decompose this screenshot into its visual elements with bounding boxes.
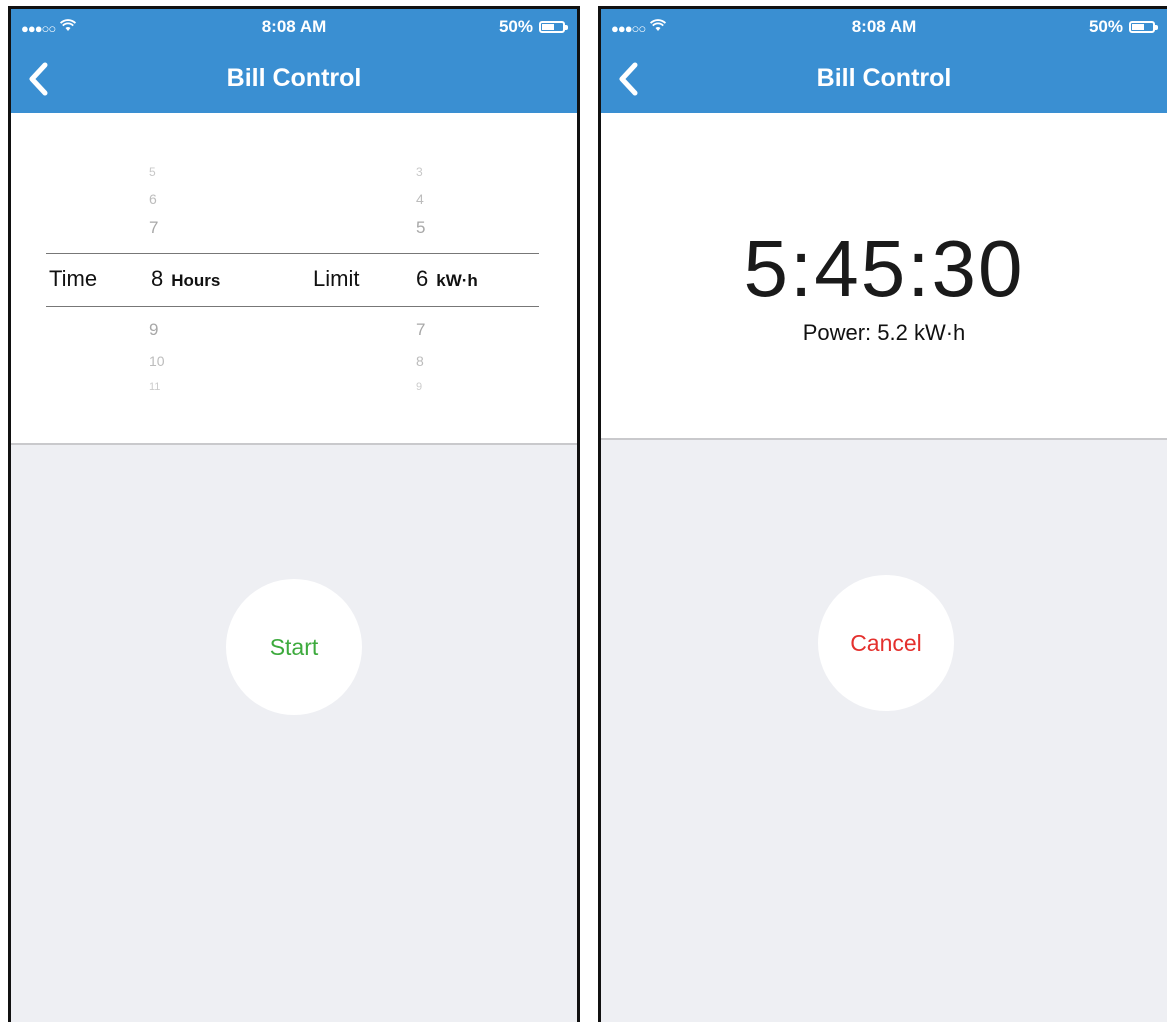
status-time: 8:08 AM	[851, 17, 917, 36]
limit-value: 6	[416, 266, 429, 291]
limit-option[interactable]: 3	[416, 165, 423, 179]
status-right: 50%	[1088, 17, 1158, 37]
picker-panel: 5 6 7 9 10 11 3 4 5 7 8 9 Time 8 Hours Li…	[11, 113, 577, 445]
battery-percent: 50%	[1088, 17, 1123, 36]
time-option[interactable]: 5	[149, 165, 156, 179]
time-value: 8	[151, 266, 164, 291]
limit-unit: kW·h	[436, 271, 478, 290]
time-option[interactable]: 10	[149, 353, 165, 369]
time-option[interactable]: 11	[149, 381, 160, 393]
power-reading: Power: 5.2 kW·h	[802, 320, 966, 345]
page-title: Bill Control	[226, 64, 362, 92]
limit-label: Limit	[313, 266, 360, 291]
picker-selection-row: Time 8 Hours Limit 6 kW·h	[46, 253, 539, 307]
phone-screen-running: ●●●○○ 8:08 AM 50% Bill Control 5:45:30 P…	[598, 6, 1167, 1022]
battery-icon	[539, 21, 568, 33]
countdown-panel: 5:45:30 Power: 5.2 kW·h	[601, 113, 1167, 440]
time-selected-value[interactable]: 8 Hours	[151, 266, 220, 292]
header-bar: ●●●○○ 8:08 AM 50% Bill Control	[601, 9, 1167, 113]
time-label: Time	[49, 266, 98, 291]
limit-option[interactable]: 9	[416, 381, 422, 393]
time-unit: Hours	[171, 271, 221, 290]
phone-screen-setup: ●●●○○ 8:08 AM 50% Bill Control 5 6 7 9 1…	[8, 6, 580, 1022]
time-option[interactable]: 7	[149, 218, 158, 238]
limit-option[interactable]: 7	[416, 320, 425, 340]
start-button[interactable]: Start	[226, 579, 362, 715]
time-option[interactable]: 6	[149, 191, 157, 207]
header-bar: ●●●○○ 8:08 AM 50% Bill Control	[11, 9, 577, 113]
countdown-timer: 5:45:30	[743, 224, 1025, 313]
battery-icon	[1129, 21, 1158, 33]
limit-option[interactable]: 4	[416, 191, 424, 207]
battery-percent: 50%	[498, 17, 533, 36]
status-right: 50%	[498, 17, 568, 37]
limit-option[interactable]: 5	[416, 218, 425, 238]
cancel-button[interactable]: Cancel	[818, 575, 954, 711]
page-title: Bill Control	[816, 64, 952, 92]
status-time: 8:08 AM	[261, 17, 327, 36]
time-option[interactable]: 9	[149, 320, 158, 340]
limit-option[interactable]: 8	[416, 353, 424, 369]
limit-selected-value[interactable]: 6 kW·h	[416, 266, 478, 292]
